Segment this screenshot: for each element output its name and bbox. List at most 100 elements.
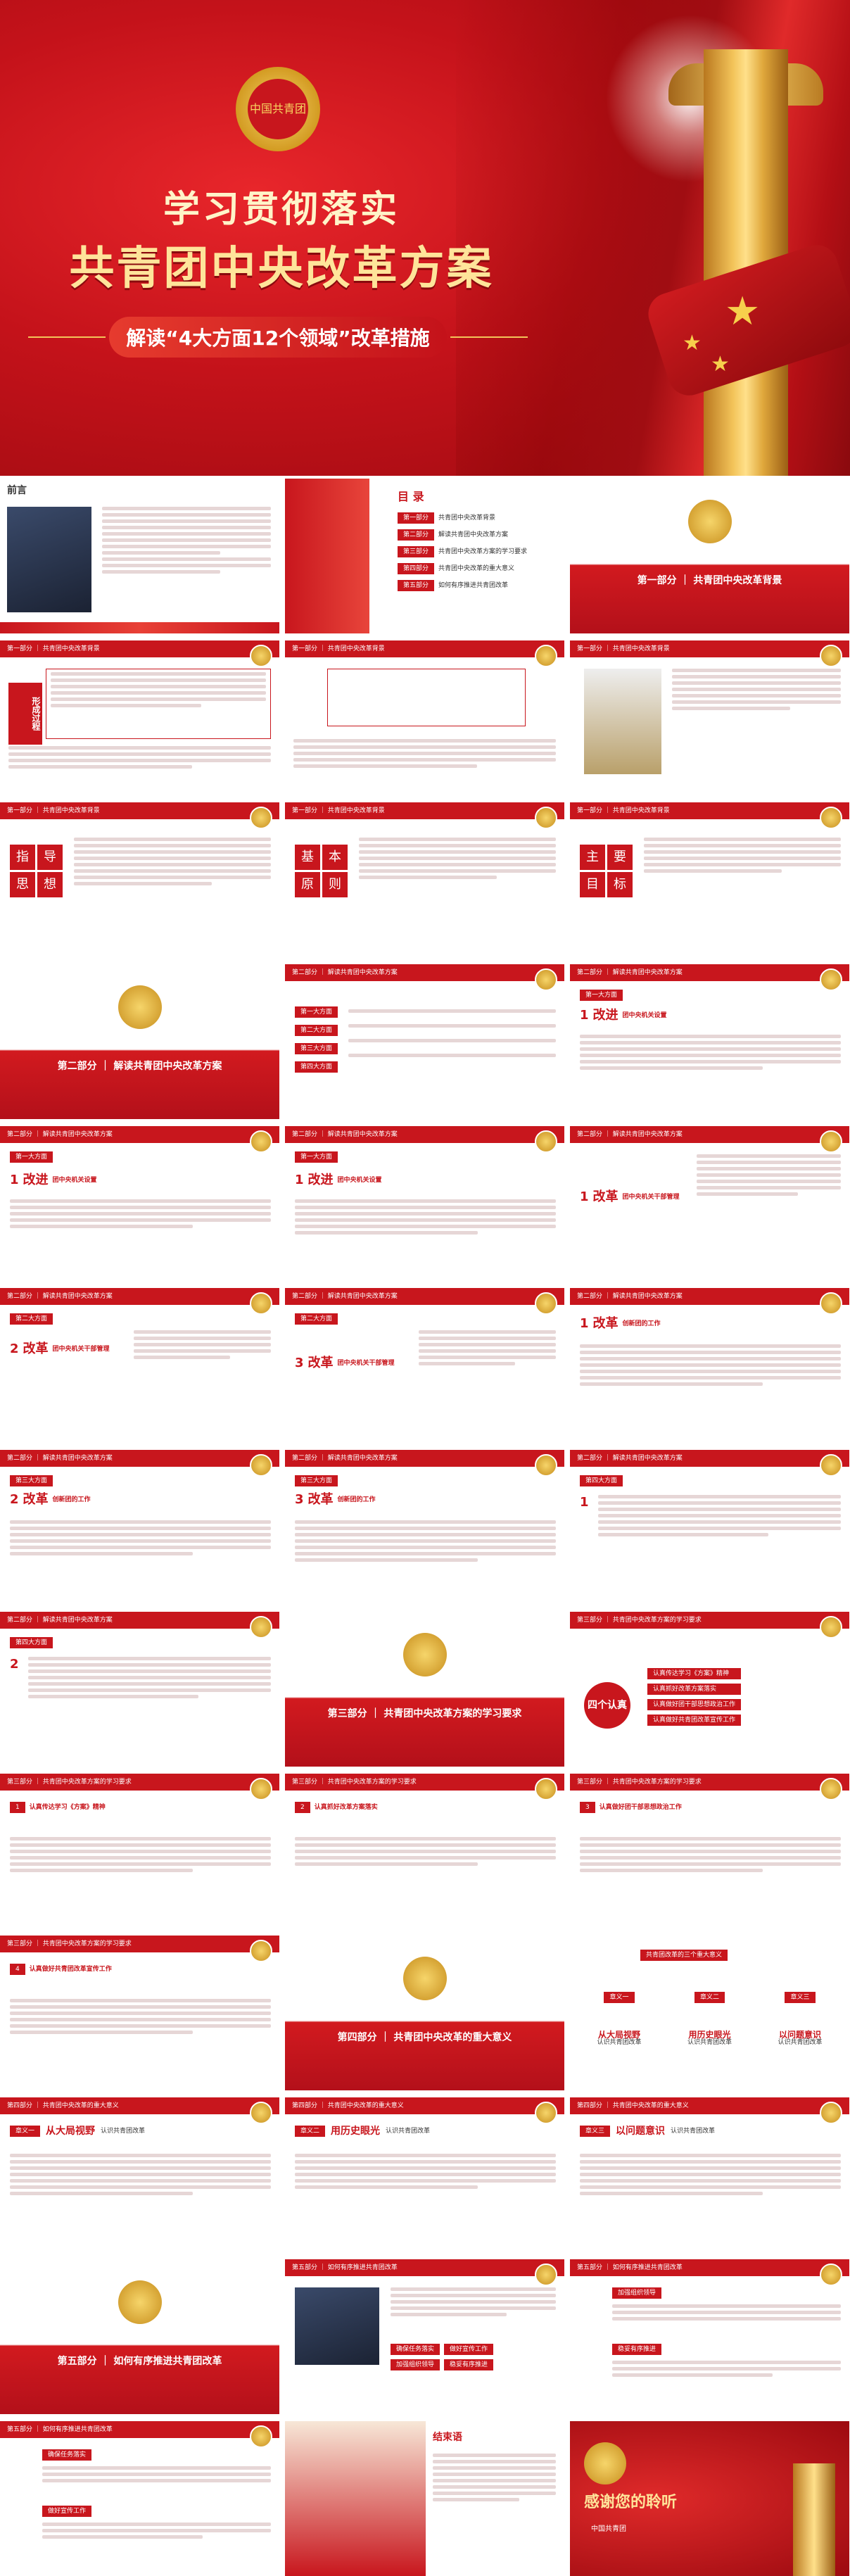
leader-photo: [295, 2287, 379, 2365]
toc-item[interactable]: 第五部分 如何有序推进共青团改革: [398, 580, 527, 591]
slide-header: 第四部分 ｜ 共青团中央改革的重大意义: [285, 2097, 564, 2114]
league-emblem: [250, 1778, 272, 1800]
slide-area1-detail-4[interactable]: 第二部分 ｜ 解读共青团中央改革方案 1 改革 团中央机关干部管理: [570, 1126, 849, 1281]
toc-item[interactable]: 第三部分 共青团中央改革方案的学习要求: [398, 546, 527, 557]
leader-photo: [7, 507, 91, 612]
slide-background-3[interactable]: 第一部分 ｜ 共青团中央改革背景: [570, 640, 849, 795]
league-emblem: [820, 968, 842, 991]
slide-part2[interactable]: 第二部分 ｜ 解读共青团中央改革方案: [0, 964, 279, 1119]
league-emblem: [250, 1292, 272, 1315]
slide-meaning-1[interactable]: 第四部分 ｜ 共青团中央改革的重大意义 章义一 从大局视野 认识共青团改革: [0, 2097, 279, 2252]
meanings-row: 章义一 从大局视野 认识共青团改革 章义二 用历史眼光 认识共青团改革 章义三 以问题意识…: [577, 1992, 842, 2047]
slide-part4[interactable]: 第四部分 ｜ 共青团中央改革的重大意义: [285, 1936, 564, 2090]
slide-study-1[interactable]: 第三部分 ｜ 共青团中央改革方案的学习要求 1 认真传达学习《方案》精神: [0, 1774, 279, 1928]
slide-footer: [0, 622, 279, 633]
cover-slide: ★ ★ ★ 中国共青团 学习贯彻落实 共青团中央改革方案 解读“4大方面12个领…: [0, 0, 850, 476]
slide-header: 第一部分 ｜ 共青团中央改革背景: [570, 640, 849, 657]
league-emblem: [118, 2280, 162, 2324]
slide-main-goals[interactable]: 第一部分 ｜ 共青团中央改革背景 主 要 目 标: [570, 802, 849, 957]
league-emblem: [535, 2264, 557, 2286]
slide-part5[interactable]: 第五部分 ｜ 如何有序推进共青团改革: [0, 2259, 279, 2414]
slide-study-4[interactable]: 第三部分 ｜ 共青团中央改革方案的学习要求 4 认真做好共青团改革宣传工作: [0, 1936, 279, 2090]
advance-buttons: 确保任务落实 做好宣传工作 加强组织领导 稳妥有序推进: [391, 2344, 494, 2370]
slide-header: 第二部分 ｜ 解读共青团中央改革方案: [570, 1126, 849, 1143]
league-emblem: [535, 1130, 557, 1153]
slide-four-areas[interactable]: 第二部分 ｜ 解读共青团中央改革方案 第一大方面 第二大方面 第三大方面 第四大…: [285, 964, 564, 1119]
slide-background-2[interactable]: 第一部分 ｜ 共青团中央改革背景: [285, 640, 564, 795]
slide-study-2[interactable]: 第三部分 ｜ 共青团中央改革方案的学习要求 2 认真抓好改革方案落实: [285, 1774, 564, 1928]
league-emblem: [820, 2102, 842, 2124]
thanks-sub: 中国共青团: [591, 2525, 626, 2533]
slide-advance-2[interactable]: 第五部分 ｜ 如何有序推进共青团改革 加强组织领导 稳妥有序推进: [570, 2259, 849, 2414]
slide-thanks[interactable]: 感谢您的聆听 中国共青团: [570, 2421, 849, 2576]
slide-three-meanings[interactable]: 共青团改革的三个重大意义 章义一 从大局视野 认识共青团改革 章义二 用历史眼光 认识共…: [570, 1936, 849, 2090]
slide-preface[interactable]: 前言: [0, 479, 279, 633]
league-emblem: [688, 500, 732, 543]
league-emblem: [535, 2102, 557, 2124]
league-emblem: [403, 1957, 447, 2000]
slide-four-requirements[interactable]: 第三部分 ｜ 共青团中央改革方案的学习要求 四个认真 认真传达学习《方案》精神 …: [570, 1612, 849, 1767]
slide-header: 第二部分 ｜ 解读共青团中央改革方案: [285, 1450, 564, 1467]
slide-header: 第三部分 ｜ 共青团中央改革方案的学习要求: [0, 1774, 279, 1791]
part-title: 第一部分 ｜ 共青团中央改革背景: [637, 575, 782, 586]
league-emblem: [820, 1292, 842, 1315]
slide-area3-detail[interactable]: 第二部分 ｜ 解读共青团中央改革方案 第三大方面 2 改革 创新团的工作: [0, 1450, 279, 1605]
main-goals-block: 主 要 目 标: [580, 845, 633, 897]
slide-study-3[interactable]: 第三部分 ｜ 共青团中央改革方案的学习要求 3 认真做好团干部思想政治工作: [570, 1774, 849, 1928]
league-emblem: [118, 985, 162, 1029]
slide-header: 第四部分 ｜ 共青团中央改革的重大意义: [0, 2097, 279, 2114]
part-title: 第四部分 ｜ 共青团中央改革的重大意义: [337, 2032, 512, 2043]
slide-advance-3[interactable]: 第五部分 ｜ 如何有序推进共青团改革 确保任务落实 做好宣传工作: [0, 2421, 279, 2576]
league-emblem: [250, 807, 272, 829]
slide-header: 第一部分 ｜ 共青团中央改革背景: [570, 802, 849, 819]
league-emblem: [250, 1940, 272, 1962]
flag-image: [285, 2421, 426, 2576]
slide-area3-detail-3[interactable]: 第二部分 ｜ 解读共青团中央改革方案 第四大方面 1: [570, 1450, 849, 1605]
league-emblem: [250, 2102, 272, 2124]
league-emblem: [584, 2442, 626, 2485]
monument-image: [584, 669, 661, 774]
toc-item[interactable]: 第二部分 解读共青团中央改革方案: [398, 529, 527, 541]
slide-header: 第一部分 ｜ 共青团中央改革背景: [285, 802, 564, 819]
subtitle-divider: [450, 336, 528, 338]
slide-toc[interactable]: 目 录 第一部分 共青团中央改革背景 第二部分 解读共青团中央改革方案 第三部分 共青…: [285, 479, 564, 633]
slide-background-1[interactable]: 第一部分 ｜ 共青团中央改革背景 形成过程: [0, 640, 279, 795]
slide-area3-detail-2[interactable]: 第二部分 ｜ 解读共青团中央改革方案 第三大方面 3 改革 创新团的工作: [285, 1450, 564, 1605]
league-emblem: [820, 1778, 842, 1800]
league-emblem: [820, 2264, 842, 2286]
slide-ending[interactable]: 结束语: [285, 2421, 564, 2576]
toc-item[interactable]: 第四部分 共青团中央改革的重大意义: [398, 563, 527, 574]
slide-advance-1[interactable]: 第五部分 ｜ 如何有序推进共青团改革 确保任务落实 做好宣传工作 加强组织领导 …: [285, 2259, 564, 2414]
toc-item[interactable]: 第一部分 共青团中央改革背景: [398, 512, 527, 524]
league-emblem: [820, 645, 842, 667]
cover-title-line1: 学习贯彻落实: [163, 188, 400, 231]
slide-guiding-thought[interactable]: 第一部分 ｜ 共青团中央改革背景 指 导 思 想: [0, 802, 279, 957]
thanks-text: 感谢您的聆听: [584, 2494, 678, 2511]
slide-area2-detail-3[interactable]: 第二部分 ｜ 解读共青团中央改革方案 1 改革 创新团的工作: [570, 1288, 849, 1443]
guiding-thought-block: 指 导 思 想: [10, 845, 63, 897]
slide-part3[interactable]: 第三部分 ｜ 共青团中央改革方案的学习要求: [285, 1612, 564, 1767]
slide-area1-detail-3[interactable]: 第二部分 ｜ 解读共青团中央改革方案 第一大方面 1 改进 团中央机关设置: [285, 1126, 564, 1281]
slide-meaning-2[interactable]: 第四部分 ｜ 共青团中央改革的重大意义 章义二 用历史眼光 认识共青团改革: [285, 2097, 564, 2252]
slide-area2-detail[interactable]: 第二部分 ｜ 解读共青团中央改革方案 第二大方面 2 改革 团中央机关干部管理: [0, 1288, 279, 1443]
league-emblem: [820, 1616, 842, 1639]
league-emblem: [820, 807, 842, 829]
slide-header: 第三部分 ｜ 共青团中央改革方案的学习要求: [285, 1774, 564, 1791]
slide-header: 第三部分 ｜ 共青团中央改革方案的学习要求: [570, 1774, 849, 1791]
league-emblem: [535, 645, 557, 667]
league-emblem: [820, 1130, 842, 1153]
part-title: 第五部分 ｜ 如何有序推进共青团改革: [57, 2356, 222, 2367]
slide-header: 第二部分 ｜ 解读共青团中央改革方案: [285, 1126, 564, 1143]
toc-list: 第一部分 共青团中央改革背景 第二部分 解读共青团中央改革方案 第三部分 共青团中央改…: [398, 512, 527, 591]
slide-area4-detail[interactable]: 第二部分 ｜ 解读共青团中央改革方案 第四大方面 2: [0, 1612, 279, 1767]
slide-basic-principles[interactable]: 第一部分 ｜ 共青团中央改革背景 基 本 原 则: [285, 802, 564, 957]
slide-area1-detail[interactable]: 第二部分 ｜ 解读共青团中央改革方案 第一大方面 1 改进 团中央机关设置: [570, 964, 849, 1119]
league-emblem: [250, 2425, 272, 2448]
slide-area2-detail-2[interactable]: 第二部分 ｜ 解读共青团中央改革方案 第二大方面 3 改革 团中央机关干部管理: [285, 1288, 564, 1443]
four-req-list: 认真传达学习《方案》精神 认真抓好改革方案落实 认真做好团干部思想政治工作 认真…: [647, 1668, 742, 1726]
league-emblem: [535, 1292, 557, 1315]
slide-area1-detail-2[interactable]: 第二部分 ｜ 解读共青团中央改革方案 第一大方面 1 改进 团中央机关设置: [0, 1126, 279, 1281]
cover-title-line2: 共青团中央改革方案: [69, 242, 494, 295]
slide-part1[interactable]: 第一部分 ｜ 共青团中央改革背景: [570, 479, 849, 633]
slide-meaning-3[interactable]: 第四部分 ｜ 共青团中央改革的重大意义 章义三 以问题意识 认识共青团改革: [570, 2097, 849, 2252]
